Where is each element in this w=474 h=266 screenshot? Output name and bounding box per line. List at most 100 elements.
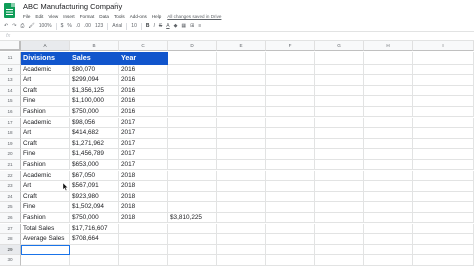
empty-cell[interactable]: [266, 159, 315, 171]
formula-bar[interactable]: fx: [0, 32, 474, 41]
row-header-23[interactable]: 23: [0, 181, 21, 192]
row-header-29[interactable]: 29: [0, 244, 21, 256]
row-header-14[interactable]: 14: [0, 85, 21, 97]
cell-b20[interactable]: $1,456,789: [70, 149, 119, 160]
cell-d20[interactable]: [168, 149, 217, 160]
cell-c29[interactable]: [119, 244, 168, 256]
empty-cell[interactable]: [413, 149, 474, 160]
empty-cell[interactable]: [413, 234, 474, 245]
cell-d23[interactable]: [168, 181, 217, 192]
cell-b30[interactable]: [70, 255, 119, 266]
percent-format-button[interactable]: %: [67, 22, 71, 30]
cell-b15[interactable]: $1,100,000: [70, 96, 119, 107]
row-header-25[interactable]: 25: [0, 202, 21, 213]
cell-b22[interactable]: $67,050: [70, 170, 119, 182]
cell-c30[interactable]: [119, 255, 168, 266]
empty-cell[interactable]: [217, 85, 266, 97]
cell-c17[interactable]: 2017: [119, 117, 168, 129]
cell-a26[interactable]: Fashion: [21, 212, 70, 224]
empty-cell[interactable]: [217, 159, 266, 171]
empty-cell[interactable]: [364, 138, 413, 150]
empty-cell[interactable]: [364, 64, 413, 76]
cell-a29[interactable]: [21, 244, 70, 256]
font-select[interactable]: Arial: [112, 22, 122, 30]
cell-c22[interactable]: 2018: [119, 170, 168, 182]
empty-cell[interactable]: [217, 64, 266, 76]
cell-b29[interactable]: [70, 244, 119, 256]
empty-cell[interactable]: [266, 64, 315, 76]
empty-cell[interactable]: [217, 75, 266, 86]
cell-d12[interactable]: [168, 64, 217, 76]
menu-insert[interactable]: Insert: [63, 14, 75, 19]
strikethrough-icon[interactable]: S: [159, 22, 162, 30]
cell-c21[interactable]: 2017: [119, 159, 168, 171]
cell-b14[interactable]: $1,356,125: [70, 85, 119, 97]
menu-format[interactable]: Format: [80, 14, 95, 19]
empty-cell[interactable]: [315, 128, 364, 139]
paint-format-icon[interactable]: 🖌: [28, 22, 34, 30]
empty-cell[interactable]: [266, 244, 315, 256]
cell-b28[interactable]: $708,664: [70, 234, 119, 245]
empty-cell[interactable]: [217, 149, 266, 160]
empty-cell[interactable]: [364, 191, 413, 203]
menu-data[interactable]: Data: [99, 14, 109, 19]
row-header-19[interactable]: 19: [0, 138, 21, 150]
row-header-16[interactable]: 16: [0, 106, 21, 118]
cell-b17[interactable]: $98,056: [70, 117, 119, 129]
cell-c13[interactable]: 2016: [119, 75, 168, 86]
empty-cell[interactable]: [413, 106, 474, 118]
empty-cell[interactable]: [364, 106, 413, 118]
cell-d16[interactable]: [168, 106, 217, 118]
empty-cell[interactable]: [315, 96, 364, 107]
cell-b13[interactable]: $299,094: [70, 75, 119, 86]
empty-cell[interactable]: [168, 52, 217, 65]
empty-cell[interactable]: [217, 138, 266, 150]
cell-a20[interactable]: Fine: [21, 149, 70, 160]
empty-cell[interactable]: [217, 106, 266, 118]
empty-cell[interactable]: [364, 234, 413, 245]
empty-cell[interactable]: [315, 159, 364, 171]
empty-cell[interactable]: [413, 85, 474, 97]
currency-format-button[interactable]: $: [61, 22, 64, 30]
star-icon[interactable]: ☆: [113, 1, 119, 9]
cell-a22[interactable]: Academic: [21, 170, 70, 182]
column-header-e[interactable]: E: [217, 41, 266, 51]
cell-d25[interactable]: [168, 202, 217, 213]
empty-cell[interactable]: [315, 75, 364, 86]
print-icon[interactable]: ⎙: [20, 22, 24, 30]
spreadsheet-grid[interactable]: A B C D E F G H I 11 Divisions Sales Year 12 Academic $…: [0, 41, 474, 266]
empty-cell[interactable]: [315, 181, 364, 192]
empty-cell[interactable]: [364, 181, 413, 192]
more-formats-button[interactable]: 123: [95, 22, 103, 30]
increase-decimals-button[interactable]: .00: [84, 22, 91, 30]
cell-c12[interactable]: 2016: [119, 64, 168, 76]
cell-d18[interactable]: [168, 128, 217, 139]
table-header-cell[interactable]: Year: [119, 52, 168, 65]
empty-cell[interactable]: [266, 202, 315, 213]
cell-d27[interactable]: [168, 223, 217, 235]
cell-a28[interactable]: Average Sales: [21, 234, 70, 245]
empty-cell[interactable]: [364, 170, 413, 182]
cell-c28[interactable]: [119, 234, 168, 245]
cell-a21[interactable]: Fashion: [21, 159, 70, 171]
empty-cell[interactable]: [364, 96, 413, 107]
table-header-cell[interactable]: Sales: [70, 52, 119, 65]
column-header-a[interactable]: A: [21, 41, 70, 51]
cell-d21[interactable]: [168, 159, 217, 171]
menu-view[interactable]: View: [48, 14, 58, 19]
empty-cell[interactable]: [217, 244, 266, 256]
cell-c19[interactable]: 2017: [119, 138, 168, 150]
empty-cell[interactable]: [266, 96, 315, 107]
sheets-logo-icon[interactable]: [4, 3, 15, 18]
cell-a12[interactable]: Academic: [21, 64, 70, 76]
text-color-icon[interactable]: A: [166, 22, 169, 30]
empty-cell[interactable]: [413, 244, 474, 256]
empty-cell[interactable]: [315, 106, 364, 118]
cell-a24[interactable]: Craft: [21, 191, 70, 203]
empty-cell[interactable]: [413, 159, 474, 171]
cell-b27[interactable]: $17,716,607: [70, 223, 119, 235]
empty-cell[interactable]: [413, 202, 474, 213]
row-header-24[interactable]: 24: [0, 191, 21, 203]
empty-cell[interactable]: [315, 212, 364, 224]
empty-cell[interactable]: [364, 244, 413, 256]
